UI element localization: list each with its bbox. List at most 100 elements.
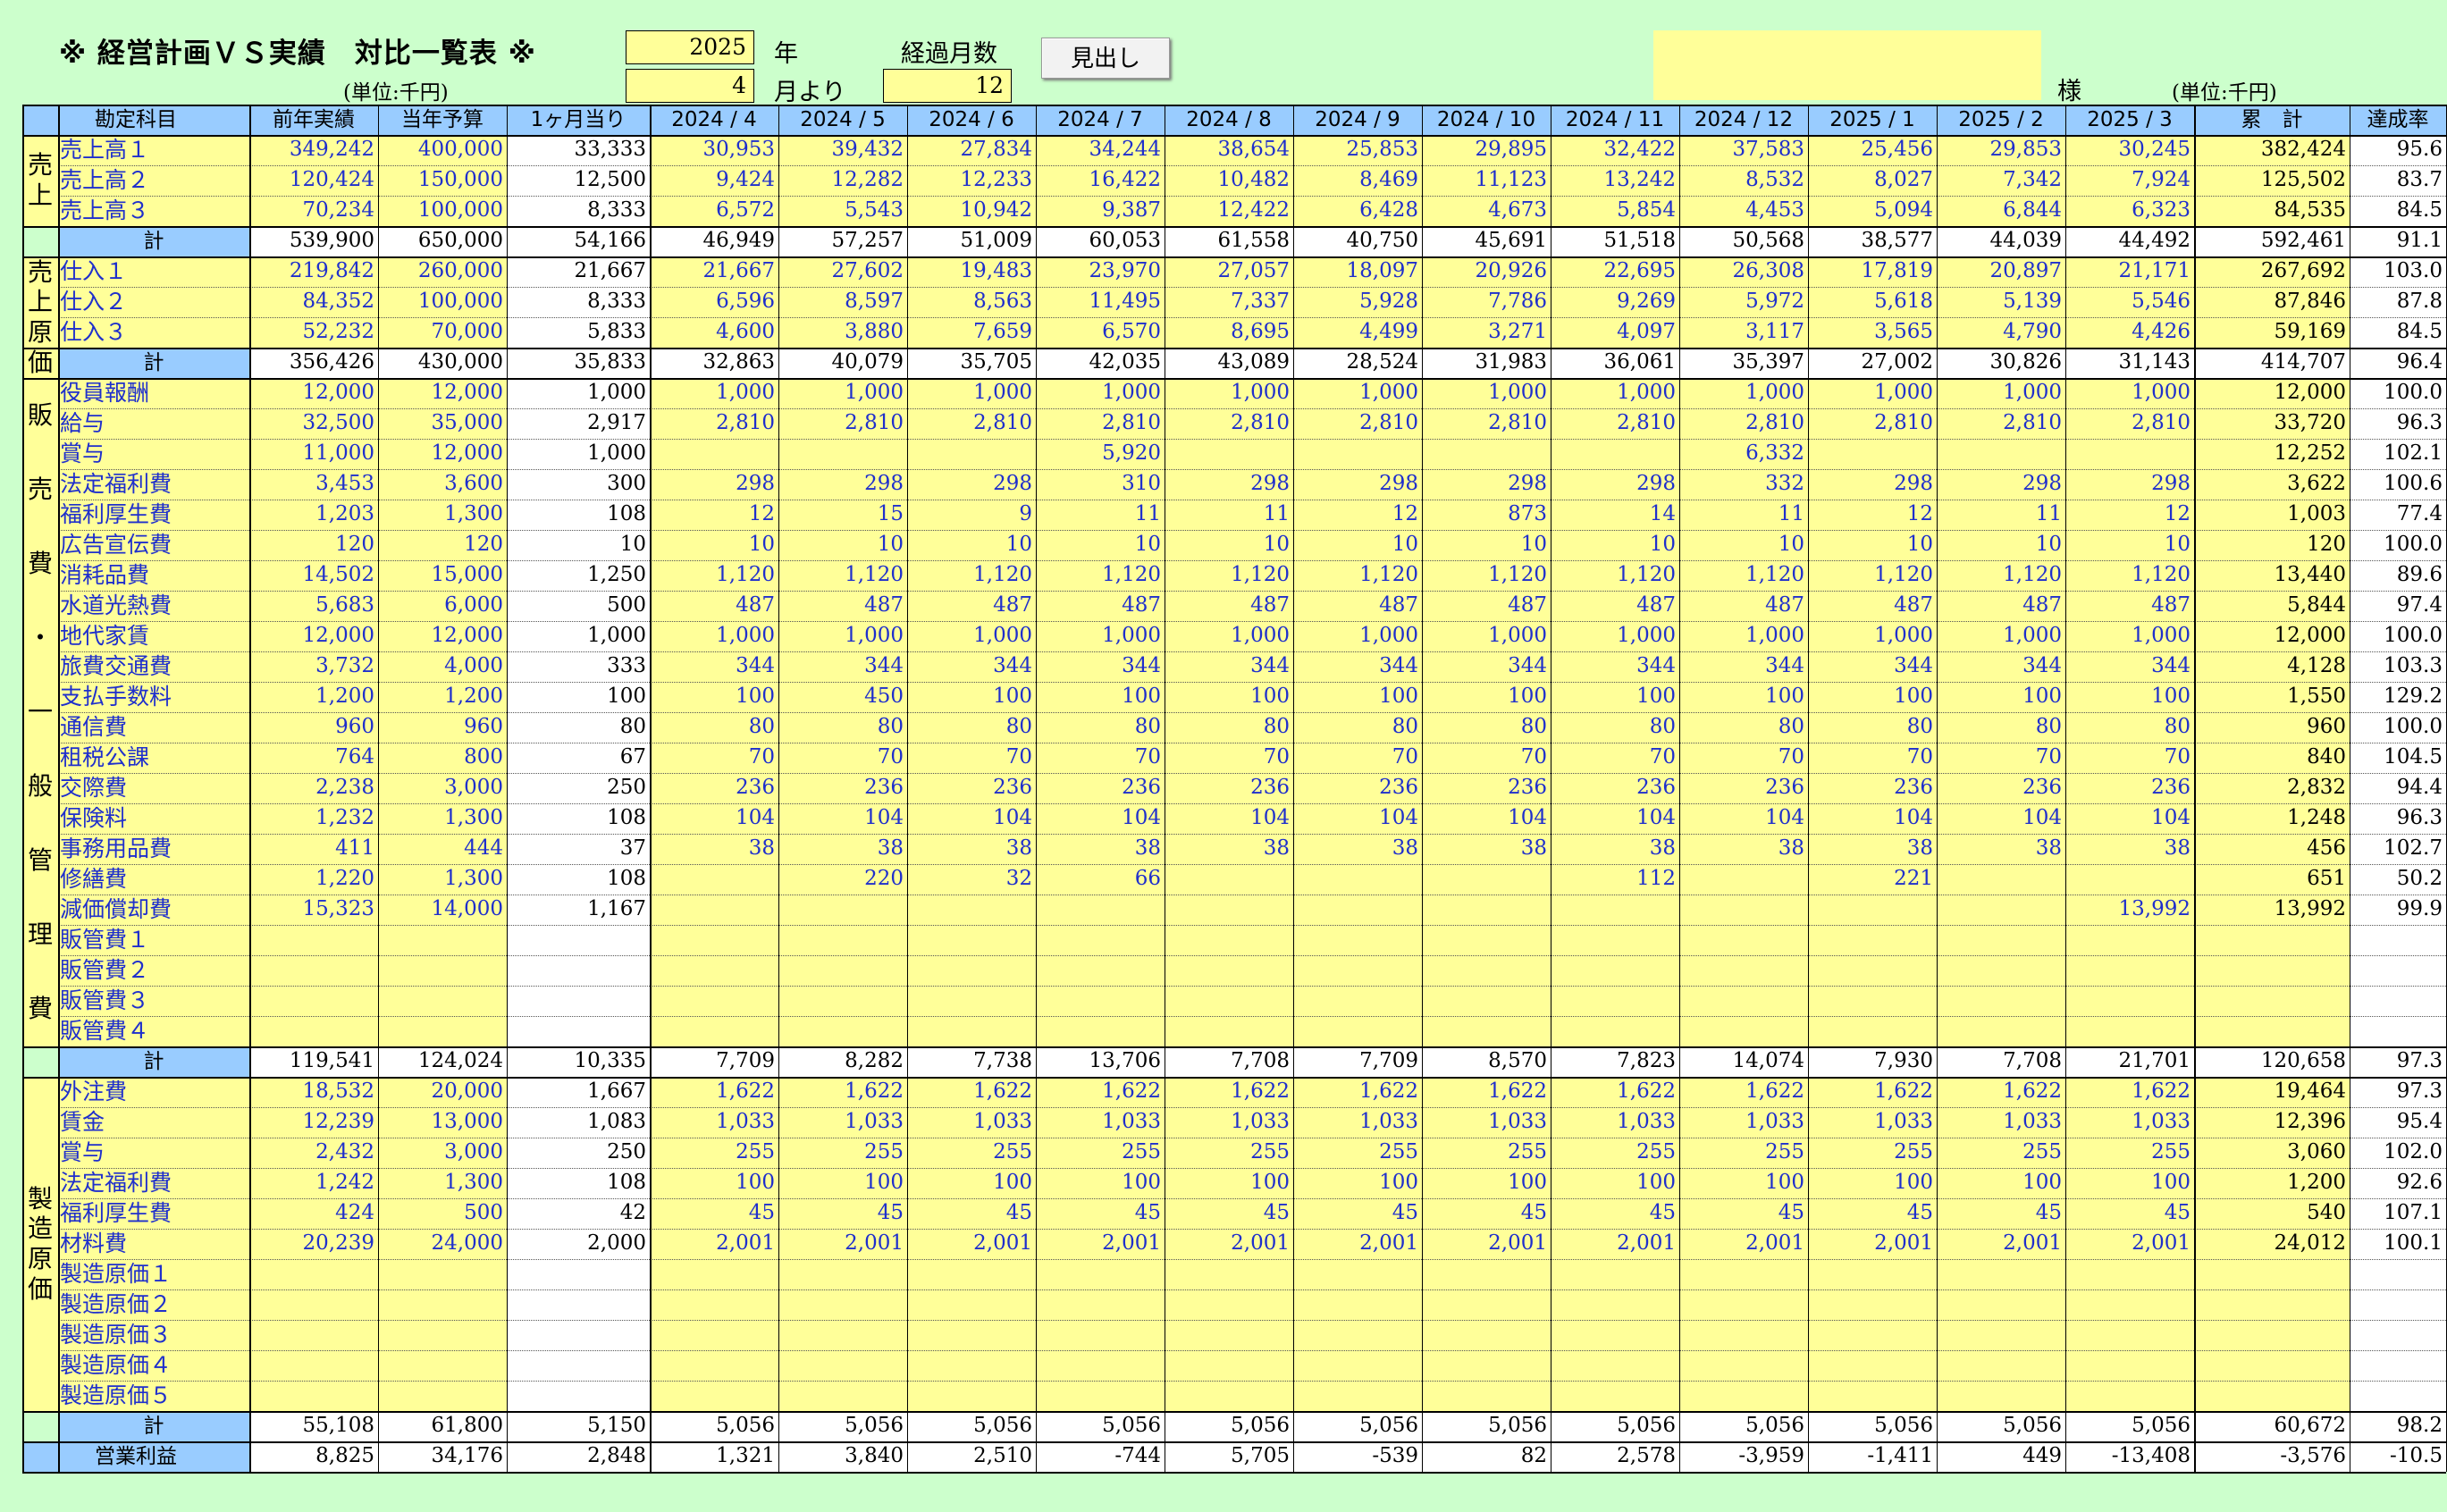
value-cell[interactable]: 298: [1293, 469, 1422, 500]
value-cell[interactable]: [1293, 439, 1422, 469]
value-cell[interactable]: 15: [778, 500, 907, 530]
value-cell[interactable]: 1,120: [2065, 560, 2194, 591]
value-cell[interactable]: 100: [1551, 682, 1679, 712]
value-cell[interactable]: 100: [907, 682, 1036, 712]
value-cell[interactable]: [1937, 1350, 2065, 1381]
value-cell[interactable]: [907, 439, 1036, 469]
value-cell[interactable]: 2,001: [1422, 1229, 1551, 1259]
value-cell[interactable]: [778, 1289, 907, 1320]
value-cell[interactable]: [1808, 925, 1937, 955]
value-cell[interactable]: 1,000: [1165, 621, 1293, 651]
value-cell[interactable]: 16,422: [1036, 165, 1165, 196]
value-cell[interactable]: 960: [378, 712, 507, 743]
value-cell[interactable]: 38,654: [1165, 135, 1293, 165]
account-name[interactable]: 広告宣伝費: [58, 530, 249, 560]
value-cell[interactable]: 1,033: [1679, 1107, 1808, 1138]
value-cell[interactable]: 444: [378, 834, 507, 864]
value-cell[interactable]: 37: [507, 834, 650, 864]
account-name[interactable]: 福利厚生費: [58, 1198, 249, 1229]
value-cell[interactable]: 1,120: [1551, 560, 1679, 591]
value-cell[interactable]: 38: [650, 834, 778, 864]
value-cell[interactable]: [1293, 986, 1422, 1016]
value-cell[interactable]: 100.6: [2350, 469, 2446, 500]
value-cell[interactable]: 12,000: [378, 378, 507, 408]
value-cell[interactable]: 1,000: [1551, 378, 1679, 408]
value-cell[interactable]: 1,000: [2065, 621, 2194, 651]
value-cell[interactable]: [1293, 864, 1422, 895]
account-name[interactable]: 売上高３: [58, 196, 249, 226]
value-cell[interactable]: [2194, 925, 2350, 955]
value-cell[interactable]: [1165, 439, 1293, 469]
value-cell[interactable]: 2,001: [1036, 1229, 1165, 1259]
value-cell[interactable]: 1,033: [1165, 1107, 1293, 1138]
value-cell[interactable]: [1422, 1016, 1551, 1046]
value-cell[interactable]: [2350, 1350, 2446, 1381]
value-cell[interactable]: 38: [1293, 834, 1422, 864]
value-cell[interactable]: 21,667: [507, 256, 650, 287]
value-cell[interactable]: 17,819: [1808, 256, 1937, 287]
month-input[interactable]: 4: [626, 69, 754, 103]
value-cell[interactable]: 500: [378, 1198, 507, 1229]
value-cell[interactable]: [507, 955, 650, 986]
account-name[interactable]: 旅費交通費: [58, 651, 249, 682]
value-cell[interactable]: 219,842: [249, 256, 378, 287]
value-cell[interactable]: 1,120: [907, 560, 1036, 591]
value-cell[interactable]: 45: [2065, 1198, 2194, 1229]
value-cell[interactable]: 1,000: [1937, 378, 2065, 408]
value-cell[interactable]: 10: [1937, 530, 2065, 560]
value-cell[interactable]: 11,123: [1422, 165, 1551, 196]
value-cell[interactable]: 13,000: [378, 1107, 507, 1138]
account-name[interactable]: 売上高２: [58, 165, 249, 196]
value-cell[interactable]: 70: [1679, 743, 1808, 773]
value-cell[interactable]: 1,622: [1679, 1077, 1808, 1107]
value-cell[interactable]: 333: [507, 651, 650, 682]
value-cell[interactable]: 236: [1293, 773, 1422, 803]
value-cell[interactable]: 487: [1551, 591, 1679, 621]
value-cell[interactable]: [650, 1016, 778, 1046]
value-cell[interactable]: 21,171: [2065, 256, 2194, 287]
value-cell[interactable]: 120,424: [249, 165, 378, 196]
value-cell[interactable]: 236: [2065, 773, 2194, 803]
value-cell[interactable]: 3,117: [1679, 317, 1808, 348]
value-cell[interactable]: 80: [1551, 712, 1679, 743]
value-cell[interactable]: 3,060: [2194, 1138, 2350, 1168]
value-cell[interactable]: [1422, 1259, 1551, 1289]
value-cell[interactable]: [378, 1259, 507, 1289]
account-name[interactable]: 地代家賃: [58, 621, 249, 651]
value-cell[interactable]: 255: [1036, 1138, 1165, 1168]
value-cell[interactable]: 38: [1036, 834, 1165, 864]
value-cell[interactable]: [1679, 1381, 1808, 1411]
value-cell[interactable]: 6,323: [2065, 196, 2194, 226]
account-name[interactable]: 製造原価４: [58, 1350, 249, 1381]
value-cell[interactable]: 1,000: [507, 378, 650, 408]
value-cell[interactable]: 100: [1808, 1168, 1937, 1198]
value-cell[interactable]: 4,600: [650, 317, 778, 348]
value-cell[interactable]: [507, 1350, 650, 1381]
value-cell[interactable]: 1,622: [1808, 1077, 1937, 1107]
value-cell[interactable]: 89.6: [2350, 560, 2446, 591]
value-cell[interactable]: 12,282: [778, 165, 907, 196]
value-cell[interactable]: 13,242: [1551, 165, 1679, 196]
value-cell[interactable]: 39,432: [778, 135, 907, 165]
value-cell[interactable]: [1165, 1016, 1293, 1046]
account-name[interactable]: 販管費４: [58, 1016, 249, 1046]
value-cell[interactable]: 80: [907, 712, 1036, 743]
value-cell[interactable]: [778, 895, 907, 925]
value-cell[interactable]: 236: [650, 773, 778, 803]
value-cell[interactable]: 45: [778, 1198, 907, 1229]
value-cell[interactable]: 487: [1679, 591, 1808, 621]
value-cell[interactable]: 100: [1293, 682, 1422, 712]
value-cell[interactable]: 4,673: [1422, 196, 1551, 226]
value-cell[interactable]: 104: [1036, 803, 1165, 834]
value-cell[interactable]: [1422, 895, 1551, 925]
value-cell[interactable]: 2,001: [1165, 1229, 1293, 1259]
value-cell[interactable]: [907, 1381, 1036, 1411]
value-cell[interactable]: 1,000: [2065, 378, 2194, 408]
value-cell[interactable]: 5,972: [1679, 287, 1808, 317]
value-cell[interactable]: 2,810: [650, 408, 778, 439]
value-cell[interactable]: 104: [1551, 803, 1679, 834]
value-cell[interactable]: 84.5: [2350, 196, 2446, 226]
value-cell[interactable]: 2,810: [1937, 408, 2065, 439]
value-cell[interactable]: 349,242: [249, 135, 378, 165]
value-cell[interactable]: 104: [1293, 803, 1422, 834]
